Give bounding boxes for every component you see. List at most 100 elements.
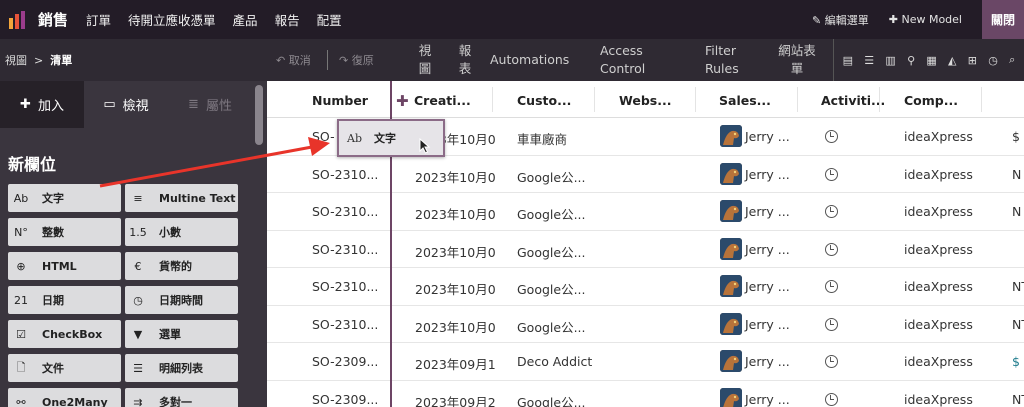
activity-clock-icon[interactable] xyxy=(825,167,838,181)
calendar-view-icon[interactable]: ▦ xyxy=(926,54,936,67)
decimal-field-button[interactable]: 1.5 小數 xyxy=(125,218,238,246)
cell-salesperson: Jerry ... xyxy=(745,354,790,369)
breadcrumb-current: 清單 xyxy=(50,54,73,67)
table-row[interactable]: SO-2310... 2023年10月0 Google公... Jerry ... id… xyxy=(267,193,1024,231)
column-header-number[interactable]: Number xyxy=(312,93,368,108)
close-studio-button[interactable]: 關閉 xyxy=(982,0,1024,39)
website-form-menu[interactable]: 網站表 單 xyxy=(774,42,820,78)
cell-customer: Google公... xyxy=(517,244,586,260)
datetime-field-button[interactable]: ◷ 日期時間 xyxy=(125,286,238,314)
table-row[interactable]: SO-2310... 2023年10月0 Google公... Jerry ... id… xyxy=(267,231,1024,268)
cell-number: SO-2310... xyxy=(312,316,379,332)
cell-salesperson: Jerry ... xyxy=(745,204,790,219)
app-name[interactable]: 銷售 xyxy=(38,9,68,30)
file-field-icon: 🗋 xyxy=(16,360,26,374)
menu-reporting[interactable]: 報告 xyxy=(275,10,300,29)
tab-view-label: 檢視 xyxy=(122,99,149,114)
decimal-field-icon: 1.5 xyxy=(129,225,147,239)
multiline-text-field-icon: ≡ xyxy=(133,191,143,205)
cell-company: ideaXpress xyxy=(904,316,973,332)
search-view-icon[interactable]: ⌕ xyxy=(1009,53,1015,67)
cell-amount: NT xyxy=(1012,279,1024,294)
tab-add[interactable]: ✚ 加入 xyxy=(0,81,84,128)
cell-creation-date: 2023年10月0 xyxy=(415,282,496,297)
table-row[interactable]: SO-2310... 2023年10月0 Google公... Jerry ... id… xyxy=(267,306,1024,343)
kanban-view-icon[interactable]: ▥ xyxy=(885,54,895,67)
monetary-field-icon: € xyxy=(134,259,142,273)
column-header-creation-date[interactable]: Creati... xyxy=(414,93,471,108)
graph-view-icon[interactable]: ◭ xyxy=(948,54,956,67)
cell-company: ideaXpress xyxy=(904,354,973,369)
undo-button[interactable]: ↶ 取消 xyxy=(276,52,311,68)
activity-view-icon[interactable]: ◷ xyxy=(988,54,998,67)
checkbox-field-button[interactable]: ☑ CheckBox xyxy=(8,320,121,348)
activity-clock-icon[interactable] xyxy=(825,392,838,406)
table-row[interactable]: SO-2309... 2023年09月2 Google公... Jerry ... id… xyxy=(267,381,1024,407)
table-row[interactable]: SO-2310... 2023年10月0 Google公... Jerry ... id… xyxy=(267,268,1024,306)
monetary-field-button[interactable]: € 貨幣的 xyxy=(125,252,238,280)
cell-customer: Google公... xyxy=(517,207,586,222)
filter-rules-menu[interactable]: Filter Rules xyxy=(705,42,745,78)
file-field-button[interactable]: 🗋 文件 xyxy=(8,354,121,382)
field-label: 文字 xyxy=(42,192,64,205)
dragged-field-ghost[interactable]: Ab 文字 xyxy=(337,119,445,157)
activity-clock-icon[interactable] xyxy=(825,280,838,293)
salesperson-avatar xyxy=(720,125,742,147)
map-view-icon[interactable]: ⚲ xyxy=(907,54,915,67)
date-field-icon: 21 xyxy=(14,293,28,307)
salesperson-avatar xyxy=(720,350,742,372)
cell-salesperson: Jerry ... xyxy=(745,166,790,182)
text-field-button[interactable]: Ab 文字 xyxy=(8,184,121,212)
menu-orders[interactable]: 訂單 xyxy=(86,10,111,29)
table-row[interactable]: SO-2309... 2023年09月1 Deco Addict Jerry ... i… xyxy=(267,343,1024,381)
access-control-menu[interactable]: Access Control xyxy=(600,42,658,78)
cell-amount: NT xyxy=(1012,316,1024,332)
breadcrumb-views[interactable]: 視圖 xyxy=(5,54,27,67)
view-switcher: ▤ ☰ ▥ ⚲ ▦ ◭ ⊞ ◷ ⌕ xyxy=(833,39,1024,81)
mouse-cursor-icon xyxy=(419,138,431,154)
many2one-field-icon: ⇉ xyxy=(133,395,143,407)
edit-menu-button[interactable]: ✎ 編輯選單 xyxy=(812,12,869,28)
tab-view[interactable]: ▭ 檢視 xyxy=(84,81,168,128)
redo-button[interactable]: ↷ 復原 xyxy=(339,52,374,68)
activity-clock-icon[interactable] xyxy=(825,317,838,331)
selection-field-button[interactable]: ▼ 選單 xyxy=(125,320,238,348)
sidebar-tabs: ✚ 加入 ▭ 檢視 ≣ 屬性 xyxy=(0,81,252,128)
views-menu[interactable]: 視 圖 xyxy=(418,42,432,78)
activity-clock-icon[interactable] xyxy=(825,242,838,256)
tab-properties[interactable]: ≣ 屬性 xyxy=(168,81,252,128)
date-field-button[interactable]: 21 日期 xyxy=(8,286,121,314)
menu-to-invoice[interactable]: 待開立應收憑單 xyxy=(128,10,216,29)
activity-clock-icon[interactable] xyxy=(825,355,838,368)
field-label: 小數 xyxy=(159,226,181,239)
new-fields-title: 新欄位 xyxy=(8,155,57,174)
activity-clock-icon[interactable] xyxy=(825,205,838,218)
reports-menu[interactable]: 報 表 xyxy=(458,42,472,78)
cell-customer: Deco Addict xyxy=(517,354,593,369)
menu-configuration[interactable]: 配置 xyxy=(317,10,342,29)
multiline-text-field-button[interactable]: ≡ Multine Text xyxy=(125,184,238,212)
automations-menu[interactable]: Automations xyxy=(490,51,569,69)
menu-products[interactable]: 產品 xyxy=(233,10,258,29)
html-field-button[interactable]: ⊕ HTML xyxy=(8,252,121,280)
list-view-icon[interactable]: ☰ xyxy=(864,54,874,67)
add-column-icon: ✚ xyxy=(396,92,409,110)
table-row[interactable]: SO-2310... 2023年10月0 Google公... Jerry ... id… xyxy=(267,156,1024,193)
pivot-view-icon[interactable]: ⊞ xyxy=(968,54,977,67)
cell-company: ideaXpress xyxy=(904,279,973,294)
lines-field-button[interactable]: ☰ 明細列表 xyxy=(125,354,238,382)
integer-field-button[interactable]: N° 整數 xyxy=(8,218,121,246)
top-navbar: 銷售 訂單 待開立應收憑單 產品 報告 配置 ✎ 編輯選單 ✚ New Mode… xyxy=(0,0,1024,39)
new-model-button[interactable]: ✚ New Model xyxy=(889,13,962,26)
column-header-website[interactable]: Webs... xyxy=(619,93,671,108)
column-header-salesperson[interactable]: Sales... xyxy=(719,93,771,108)
column-header-customer[interactable]: Custo... xyxy=(517,93,571,108)
activity-clock-icon[interactable] xyxy=(825,130,838,143)
form-view-icon[interactable]: ▤ xyxy=(843,54,853,67)
sidebar-scrollbar[interactable] xyxy=(255,85,263,145)
column-header-company[interactable]: Comp... xyxy=(904,93,958,108)
many2one-field-button[interactable]: ⇉ 多對一 xyxy=(125,388,238,407)
column-header-activities[interactable]: Activiti... xyxy=(821,93,885,108)
one2many-field-button[interactable]: ⚯ One2Many xyxy=(8,388,121,407)
app-logo-icon[interactable] xyxy=(0,0,34,39)
